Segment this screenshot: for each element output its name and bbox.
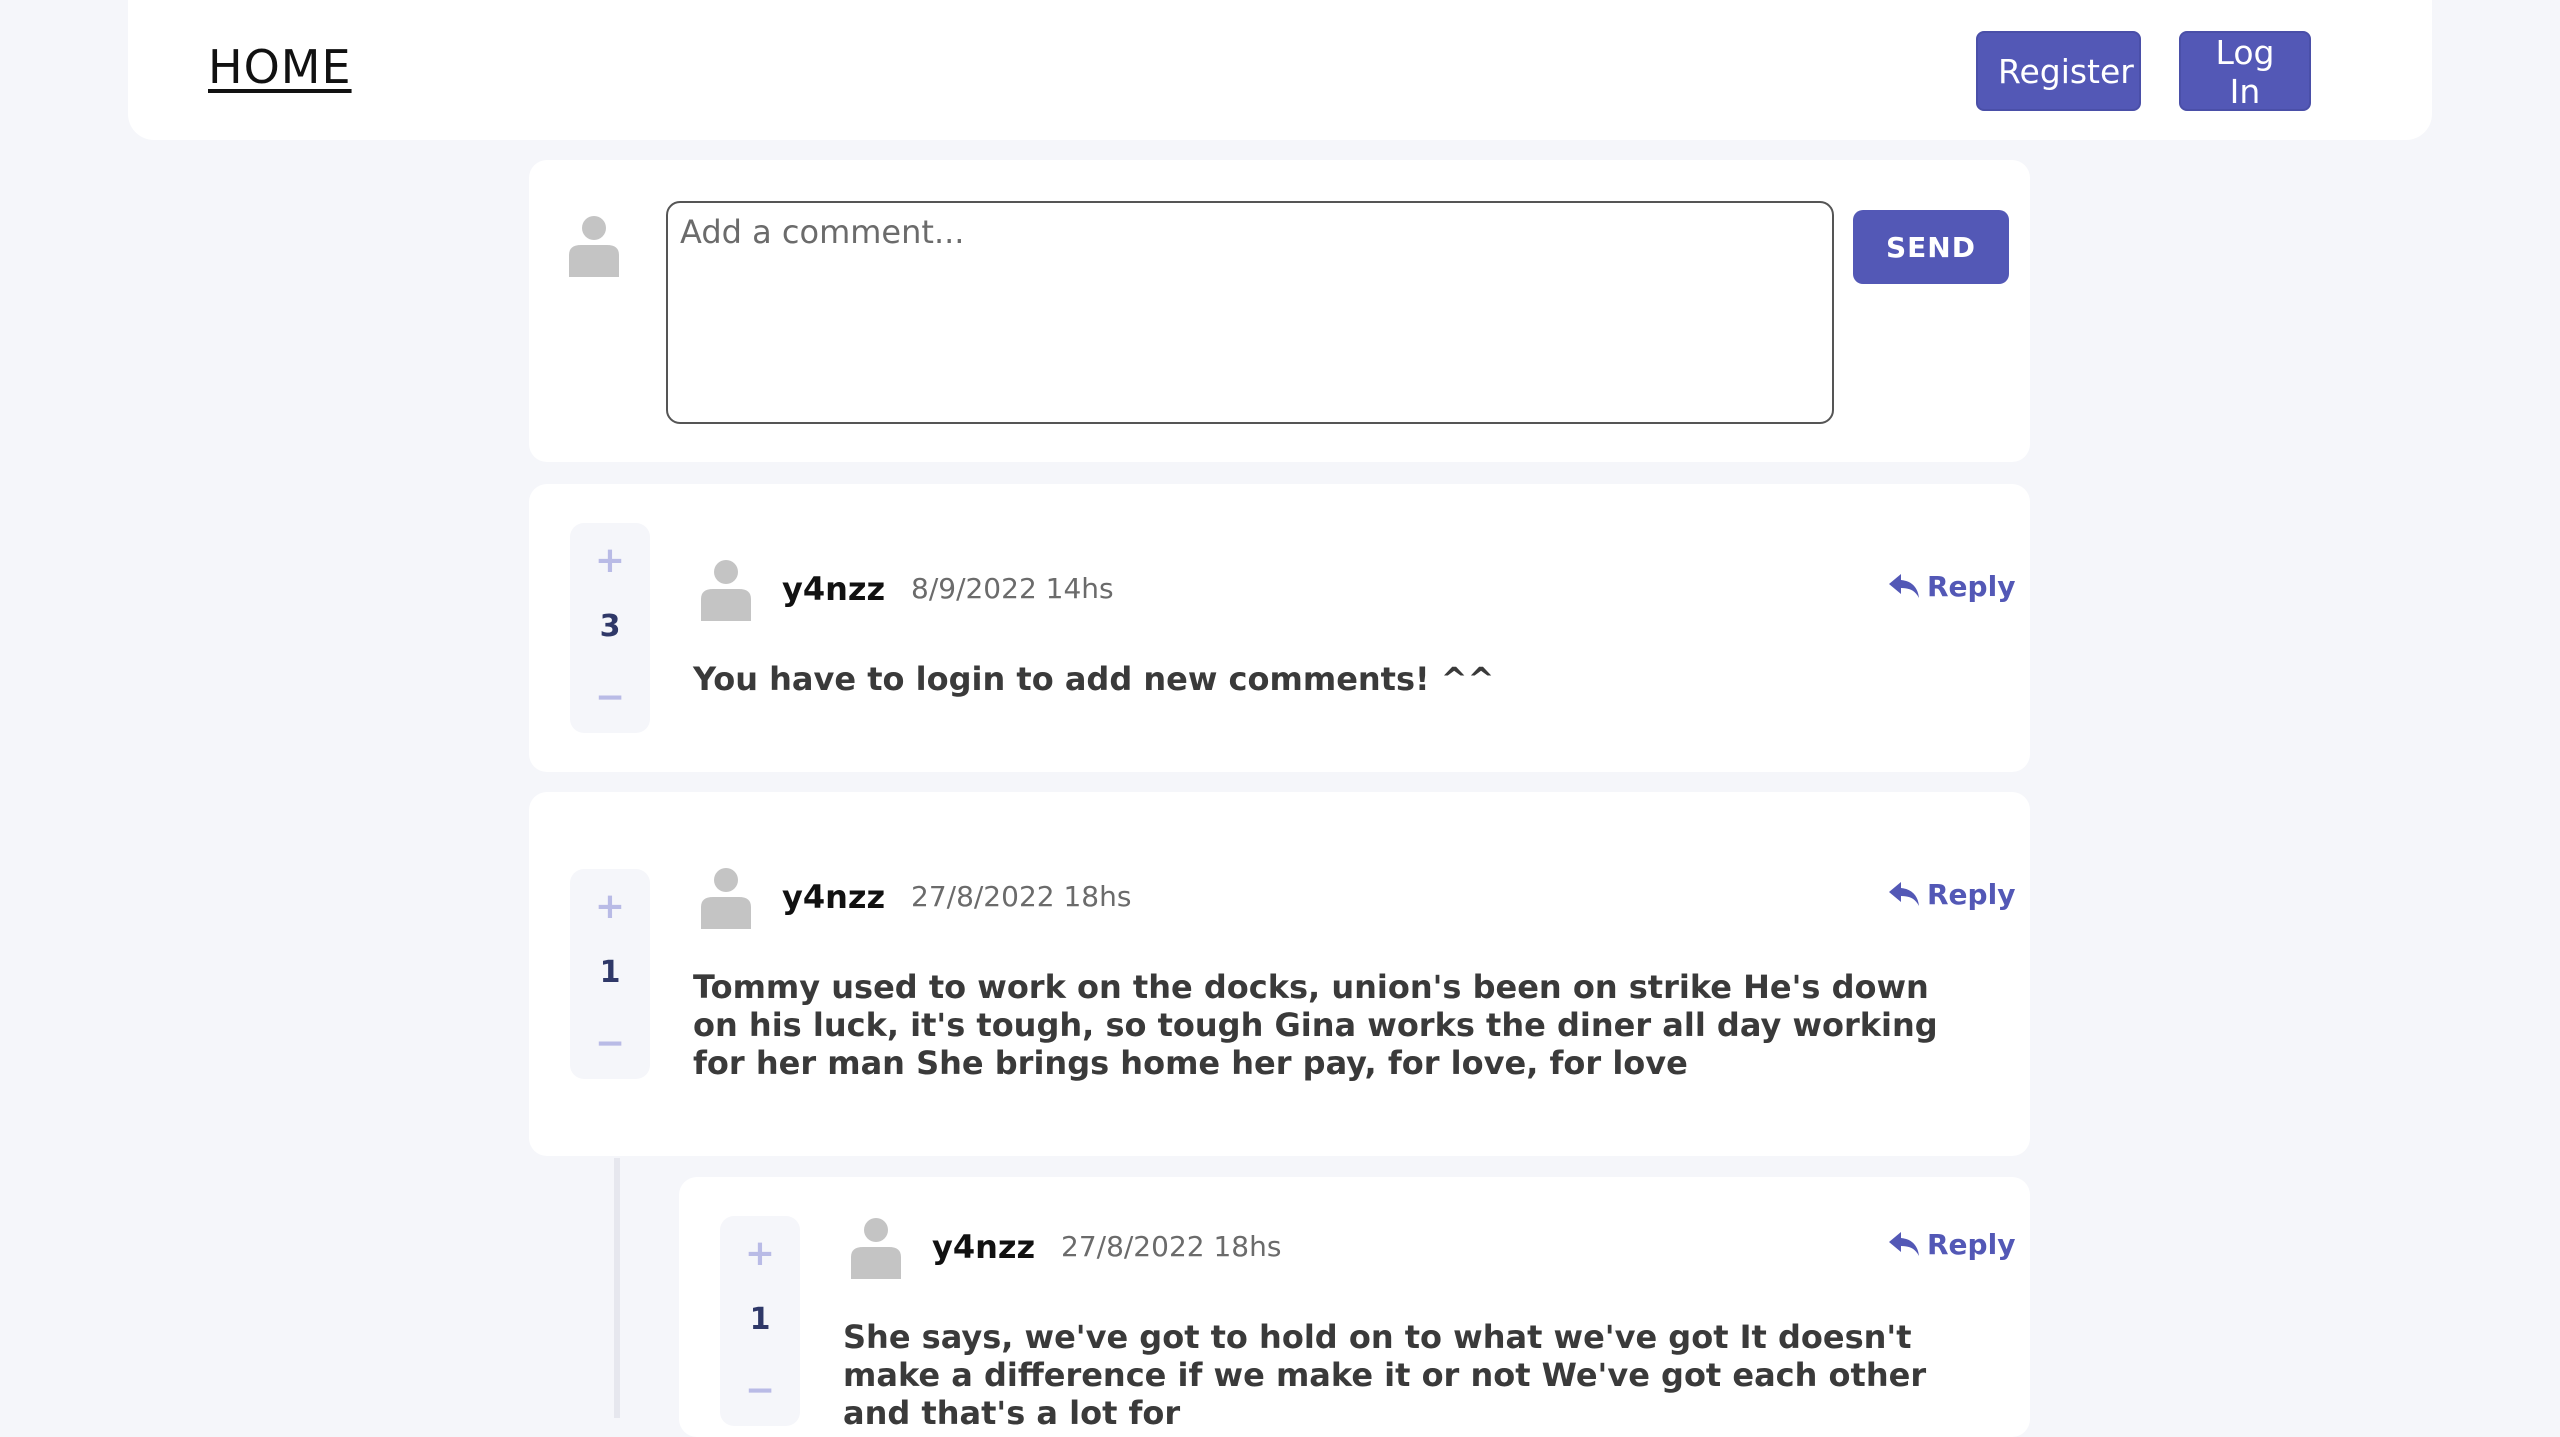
reply-button[interactable]: Reply	[1889, 1228, 2015, 1261]
reply-comment-card: + 1 − y4nzz 27/8/2022 18hs Reply She say…	[679, 1177, 2030, 1437]
vote-panel: + 1 −	[570, 869, 650, 1079]
vote-score: 3	[599, 609, 621, 644]
downvote-icon[interactable]: −	[720, 1371, 800, 1411]
vote-panel: + 3 −	[570, 523, 650, 733]
upvote-icon[interactable]: +	[570, 887, 650, 927]
downvote-icon[interactable]: −	[570, 1024, 650, 1064]
comment-input[interactable]	[666, 201, 1834, 424]
avatar-icon	[701, 867, 751, 933]
comment-text: She says, we've got to hold on to what w…	[843, 1318, 1927, 1432]
comment-card: + 1 − y4nzz 27/8/2022 18hs Reply Tommy u…	[529, 792, 2030, 1156]
upvote-icon[interactable]: +	[720, 1234, 800, 1274]
reply-button[interactable]: Reply	[1889, 878, 2015, 911]
vote-score: 1	[749, 1302, 771, 1337]
send-button[interactable]: SEND	[1853, 210, 2009, 284]
reply-label: Reply	[1927, 570, 2016, 603]
comment-date: 27/8/2022 18hs	[911, 880, 1132, 913]
comment-text: Tommy used to work on the docks, union's…	[693, 968, 1938, 1082]
user-avatar-icon	[569, 215, 619, 281]
vote-score: 1	[599, 955, 621, 990]
top-navbar: HOME Register Log In	[128, 0, 2432, 140]
comment-username[interactable]: y4nzz	[782, 570, 885, 608]
comment-username[interactable]: y4nzz	[782, 878, 885, 916]
register-button[interactable]: Register	[1976, 31, 2141, 111]
reply-button[interactable]: Reply	[1889, 570, 2015, 603]
comment-text: You have to login to add new comments! ^…	[693, 660, 1495, 698]
reply-thread-line	[614, 1158, 620, 1418]
reply-arrow-icon	[1889, 1231, 1919, 1256]
comment-card: + 3 − y4nzz 8/9/2022 14hs Reply You have…	[529, 484, 2030, 772]
reply-label: Reply	[1927, 1228, 2016, 1261]
downvote-icon[interactable]: −	[570, 678, 650, 718]
comment-composer: SEND	[529, 160, 2030, 462]
home-link[interactable]: HOME	[208, 40, 352, 94]
comment-date: 27/8/2022 18hs	[1061, 1230, 1282, 1263]
comment-date: 8/9/2022 14hs	[911, 572, 1114, 605]
upvote-icon[interactable]: +	[570, 541, 650, 581]
reply-arrow-icon	[1889, 881, 1919, 906]
avatar-icon	[851, 1217, 901, 1283]
comment-username[interactable]: y4nzz	[932, 1228, 1035, 1266]
vote-panel: + 1 −	[720, 1216, 800, 1426]
reply-arrow-icon	[1889, 573, 1919, 598]
reply-label: Reply	[1927, 878, 2016, 911]
avatar-icon	[701, 559, 751, 625]
login-button[interactable]: Log In	[2179, 31, 2311, 111]
